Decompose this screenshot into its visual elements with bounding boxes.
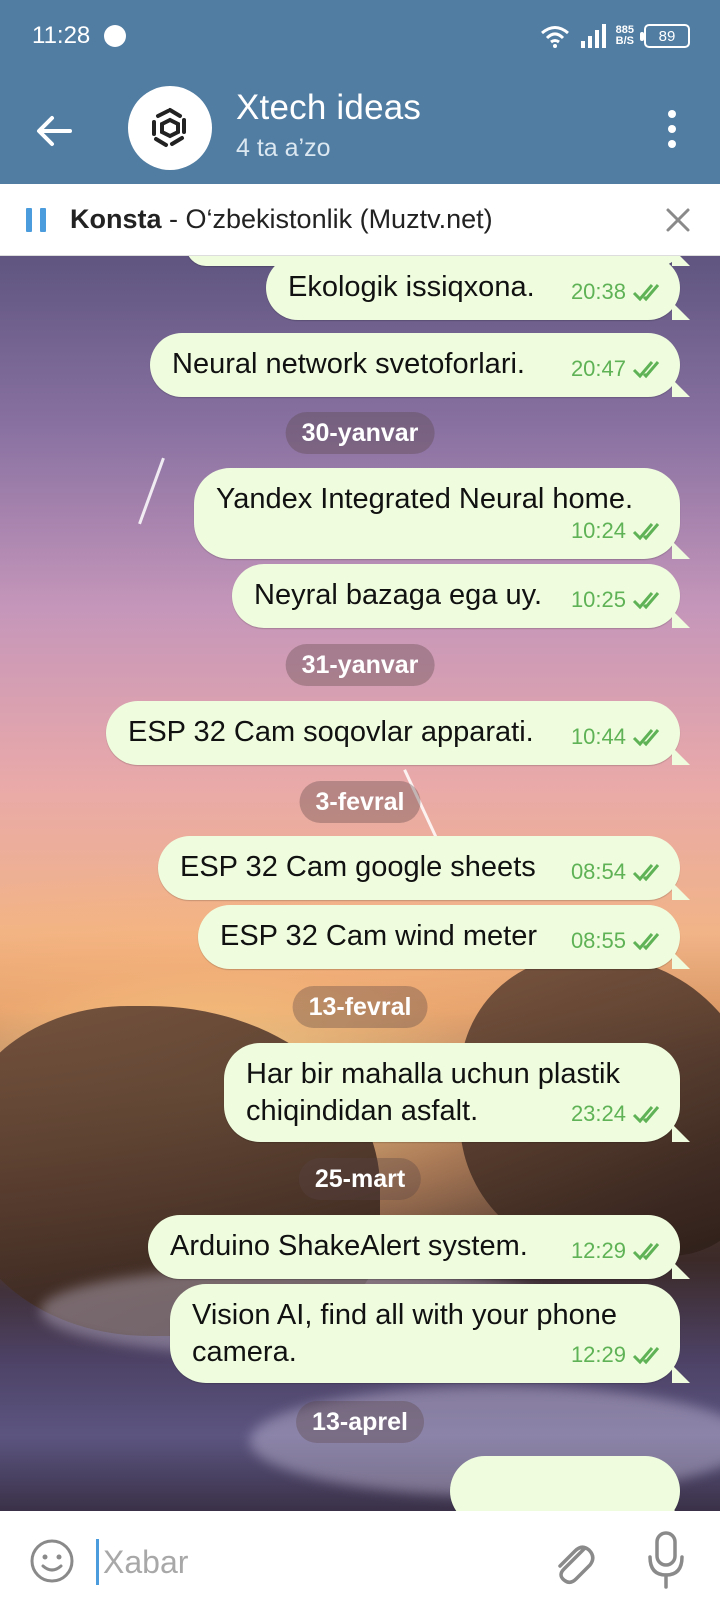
more-options-button[interactable] <box>662 104 682 154</box>
microphone-icon[interactable] <box>646 1531 686 1589</box>
message-bubble[interactable]: ESP 32 Cam soqovlar apparati. 10:44 <box>106 701 680 765</box>
message-input[interactable] <box>96 1539 516 1585</box>
message-bubble[interactable]: Neyral bazaga ega uy. 10:25 <box>232 564 680 628</box>
dot-icon <box>668 125 676 133</box>
message-meta: 20:38 <box>571 273 666 310</box>
message-input-bar <box>0 1511 720 1611</box>
message-bubble-partial <box>450 1456 680 1511</box>
dot-icon <box>668 110 676 118</box>
wifi-icon <box>540 26 569 48</box>
chat-history[interactable]: Ekologik issiqxona. 20:38 Neural network… <box>0 256 720 1511</box>
message-meta: 08:54 <box>571 853 666 890</box>
message-text-line: camera. <box>192 1336 297 1368</box>
track-title: O‘zbekistonlik (Muztv.net) <box>185 204 493 234</box>
music-player-bar[interactable]: Konsta - O‘zbekistonlik (Muztv.net) <box>0 184 720 256</box>
status-time: 11:28 <box>32 22 91 49</box>
emoji-icon[interactable] <box>28 1537 76 1585</box>
message-meta: 08:55 <box>571 922 666 959</box>
group-logo-icon <box>152 108 186 147</box>
message-text: Neyral bazaga ega uy. <box>254 579 543 611</box>
double-check-icon <box>632 360 660 378</box>
message-meta: 12:29 <box>571 1336 666 1373</box>
message-text: ESP 32 Cam google sheets <box>180 851 536 883</box>
message-time: 10:25 <box>570 587 626 612</box>
message-text-line: Har bir mahalla uchun plastik <box>246 1058 620 1090</box>
message-meta: 10:25 <box>571 581 666 618</box>
double-check-icon <box>632 728 660 746</box>
date-separator: 30-yanvar <box>285 412 435 454</box>
chat-title[interactable]: Xtech ideas <box>236 88 421 128</box>
now-playing[interactable]: Konsta - O‘zbekistonlik (Muztv.net) <box>70 204 493 235</box>
message-text: ESP 32 Cam wind meter <box>220 920 537 952</box>
message-time: 20:38 <box>570 279 626 304</box>
net-speed-unit: B/S <box>615 35 634 47</box>
track-separator: - <box>161 204 186 234</box>
battery-icon: 89 <box>640 24 690 48</box>
lightning-decoration <box>138 457 165 525</box>
signal-icon <box>580 24 606 48</box>
status-icons: 885 B/S 89 <box>540 20 690 52</box>
message-meta: 12:29 <box>571 1232 666 1269</box>
message-meta: 10:44 <box>571 718 666 755</box>
message-bubble[interactable]: ESP 32 Cam google sheets 08:54 <box>158 836 680 900</box>
message-text-line: chiqindidan asfalt. <box>246 1095 479 1127</box>
message-bubble[interactable]: ESP 32 Cam wind meter 08:55 <box>198 905 680 969</box>
back-arrow-icon[interactable] <box>30 106 80 156</box>
date-separator: 13-fevral <box>292 986 428 1028</box>
date-separator: 3-fevral <box>299 781 421 823</box>
message-time: 10:44 <box>570 724 626 749</box>
double-check-icon <box>632 522 660 540</box>
message-time: 12:29 <box>570 1238 626 1263</box>
double-check-icon <box>632 863 660 881</box>
message-bubble[interactable]: Arduino ShakeAlert system. 12:29 <box>148 1215 680 1279</box>
message-text: Neural network svetoforlari. <box>172 348 525 380</box>
track-artist: Konsta <box>70 204 162 234</box>
notification-dot-icon <box>104 25 126 47</box>
double-check-icon <box>632 1346 660 1364</box>
double-check-icon <box>632 1105 660 1123</box>
message-time: 20:47 <box>570 356 626 381</box>
pause-icon[interactable] <box>26 208 46 232</box>
date-separator: 25-mart <box>298 1158 422 1200</box>
double-check-icon <box>632 1242 660 1260</box>
net-speed: 885 B/S <box>616 25 634 47</box>
battery-level: 89 <box>658 27 676 45</box>
date-separator: 13-aprel <box>296 1401 424 1443</box>
message-bubble[interactable]: Har bir mahalla uchun plastik chiqindida… <box>224 1043 680 1142</box>
message-text: Arduino ShakeAlert system. <box>170 1230 528 1262</box>
message-bubble[interactable]: Neural network svetoforlari. 20:47 <box>150 333 680 397</box>
close-icon[interactable] <box>664 206 692 234</box>
attach-paperclip-icon[interactable] <box>548 1535 598 1587</box>
message-time: 23:24 <box>570 1101 626 1126</box>
message-meta: 10:24 <box>571 512 666 549</box>
dot-icon <box>668 140 676 148</box>
message-time: 08:54 <box>570 859 626 884</box>
double-check-icon <box>632 932 660 950</box>
message-bubble[interactable]: Yandex Integrated Neural home. 10:24 <box>194 468 680 559</box>
double-check-icon <box>632 283 660 301</box>
message-meta: 23:24 <box>571 1095 666 1132</box>
message-time: 12:29 <box>570 1342 626 1367</box>
message-text: Ekologik issiqxona. <box>288 271 535 303</box>
message-meta: 20:47 <box>571 350 666 387</box>
message-time: 10:24 <box>570 518 626 543</box>
message-bubble[interactable]: Vision AI, find all with your phone came… <box>170 1284 680 1383</box>
message-text-line: Vision AI, find all with your phone <box>192 1299 618 1331</box>
group-avatar[interactable] <box>128 86 212 170</box>
message-text: ESP 32 Cam soqovlar apparati. <box>128 716 534 748</box>
date-separator: 31-yanvar <box>285 644 435 686</box>
status-bar: 11:28 885 B/S 89 <box>0 0 720 74</box>
double-check-icon <box>632 591 660 609</box>
member-count: 4 ta a’zo <box>236 134 331 162</box>
chat-header: Xtech ideas 4 ta a’zo <box>0 74 720 184</box>
message-time: 08:55 <box>570 928 626 953</box>
message-bubble[interactable]: Ekologik issiqxona. 20:38 <box>266 256 680 320</box>
